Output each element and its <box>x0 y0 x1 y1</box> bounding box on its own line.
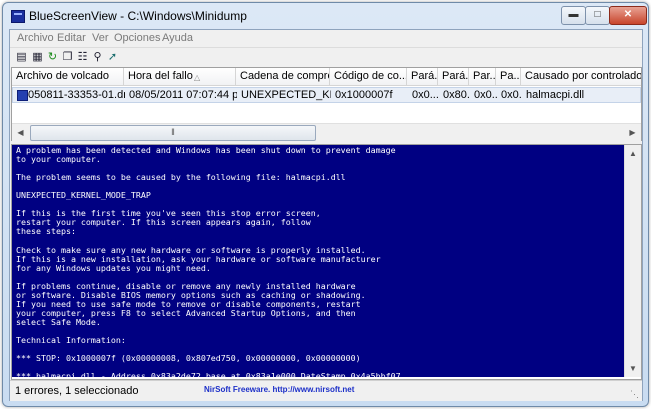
status-bar: 1 errores, 1 seleccionado NirSoft Freewa… <box>10 380 642 401</box>
maximize-button[interactable]: □ <box>585 6 610 25</box>
menu-ver[interactable]: Ver <box>92 32 109 44</box>
crash-list: Archivo de volcado Hora del fallo △ Cade… <box>11 67 642 141</box>
menu-bar: Archivo Editar Ver Opciones Ayuda <box>10 30 642 47</box>
cell-caused-by-driver: halmacpi.dll <box>526 89 585 101</box>
cell-dump-file: 050811-33353-01.dmp <box>28 89 125 101</box>
scroll-left-icon[interactable]: ◀ <box>12 124 29 141</box>
bluescreenview-app-icon <box>11 10 25 23</box>
client-area: Archivo Editar Ver Opciones Ayuda ▤ ▦ ↻ … <box>9 29 643 401</box>
search-icon[interactable]: ⚲ <box>91 51 104 64</box>
sort-arrow-icon: △ <box>194 73 201 82</box>
status-summary: 1 errores, 1 seleccionado <box>15 385 139 397</box>
column-header-param1[interactable]: Pará... <box>407 68 438 85</box>
exit-icon[interactable]: ➚ <box>106 51 119 64</box>
menu-opciones[interactable]: Opciones <box>114 32 160 44</box>
cell-param1: 0x0... <box>412 89 439 101</box>
cell-param4: 0x0... <box>501 89 522 101</box>
close-icon: ✕ <box>623 9 633 20</box>
column-header-bug-check-string[interactable]: Cadena de compro... <box>236 68 330 85</box>
bsod-pane: A problem has been detected and Windows … <box>11 144 642 380</box>
html-report-icon[interactable]: ☷ <box>76 51 89 64</box>
column-header-caused-by-driver[interactable]: Causado por controlador <box>521 68 641 85</box>
properties-icon[interactable]: ▤ <box>15 51 28 64</box>
scroll-up-icon[interactable]: ▲ <box>625 145 641 162</box>
vertical-scrollbar[interactable]: ▲ ▼ <box>624 145 641 377</box>
maximize-icon: □ <box>594 9 601 20</box>
scroll-right-icon[interactable]: ▶ <box>624 124 641 141</box>
cell-param2: 0x80... <box>443 89 470 101</box>
window-title: BlueScreenView - C:\Windows\Minidump <box>29 9 247 23</box>
column-header-param4[interactable]: Pa... <box>496 68 521 85</box>
scroll-down-icon[interactable]: ▼ <box>625 360 641 377</box>
column-headers: Archivo de volcado Hora del fallo △ Cade… <box>12 68 641 86</box>
column-header-dump-file[interactable]: Archivo de volcado <box>12 68 124 85</box>
menu-ayuda[interactable]: Ayuda <box>162 32 193 44</box>
column-header-bug-check-code[interactable]: Código de co... <box>330 68 407 85</box>
menu-archivo[interactable]: Archivo <box>17 32 54 44</box>
bsod-view: A problem has been detected and Windows … <box>12 145 624 377</box>
title-bar[interactable]: BlueScreenView - C:\Windows\Minidump ▬ □… <box>3 3 648 29</box>
nirsoft-link[interactable]: NirSoft Freeware. http://www.nirsoft.net <box>204 385 354 394</box>
column-header-param2[interactable]: Pará... <box>438 68 469 85</box>
minimize-button[interactable]: ▬ <box>561 6 586 25</box>
column-header-param3[interactable]: Par... <box>469 68 496 85</box>
minimize-icon: ▬ <box>568 9 579 20</box>
column-header-crash-time[interactable]: Hora del fallo △ <box>124 68 236 85</box>
cell-bug-check-string: UNEXPECTED_KER... <box>241 89 331 101</box>
bsod-text: A problem has been detected and Windows … <box>16 145 401 377</box>
save-icon[interactable]: ▦ <box>31 51 44 64</box>
horizontal-scrollbar[interactable]: ◀ ‖ ▶ <box>12 123 641 141</box>
copy-icon[interactable]: ❐ <box>61 51 74 64</box>
close-button[interactable]: ✕ <box>609 6 647 25</box>
column-header-crash-time-label: Hora del fallo <box>128 70 193 82</box>
horizontal-scroll-thumb[interactable]: ‖ <box>30 125 316 141</box>
cell-bug-check-code: 0x1000007f <box>335 89 393 101</box>
menu-editar[interactable]: Editar <box>57 32 86 44</box>
cell-crash-time: 08/05/2011 07:07:44 p.m. <box>129 89 237 101</box>
toolbar: ▤ ▦ ↻ ❐ ☷ ⚲ ➚ <box>10 47 642 68</box>
resize-grip-icon[interactable]: ⋱ <box>630 389 640 399</box>
table-row[interactable]: 050811-33353-01.dmp 08/05/2011 07:07:44 … <box>12 87 641 103</box>
app-window: BlueScreenView - C:\Windows\Minidump ▬ □… <box>2 2 649 407</box>
cell-param3: 0x0... <box>474 89 497 101</box>
refresh-icon[interactable]: ↻ <box>46 51 59 64</box>
